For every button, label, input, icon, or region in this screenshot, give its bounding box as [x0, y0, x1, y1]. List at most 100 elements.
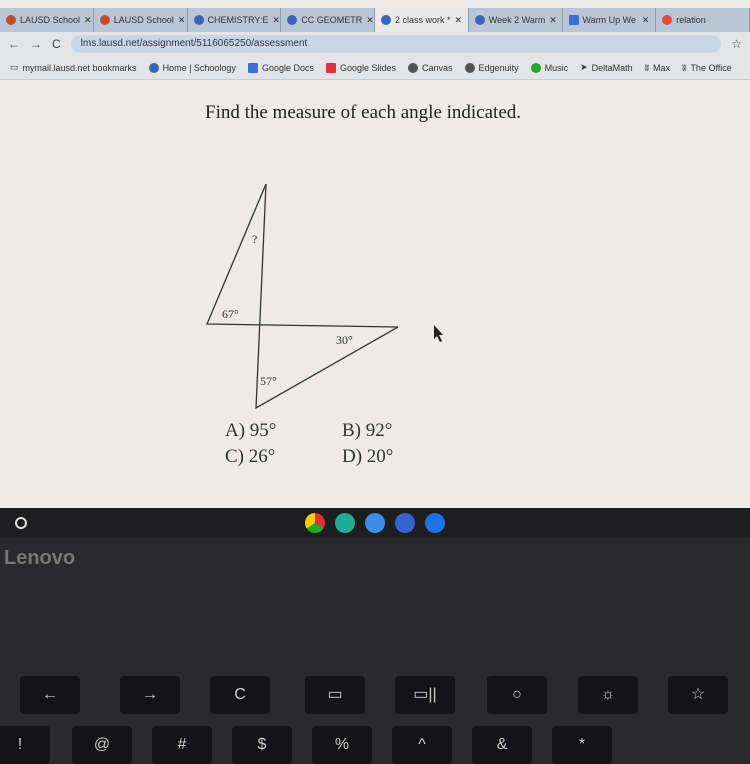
key-2[interactable]: @ [72, 726, 132, 764]
assessment-page: Find the measure of each angle indicated… [0, 80, 750, 508]
tab[interactable]: relation [656, 8, 750, 32]
docs-icon [247, 62, 258, 73]
close-icon[interactable]: ✕ [549, 15, 557, 26]
close-icon[interactable]: ✕ [455, 15, 463, 26]
bookmark-label: The Office [690, 62, 732, 73]
bookmarks-bar: ▭ mymail.lausd.net bookmarks Home | Schoo… [0, 56, 750, 80]
lenovo-logo: Lenovo [4, 547, 76, 569]
tab-label: 2 class work * [395, 15, 451, 25]
lausd-icon [99, 15, 110, 25]
bookmark-label: Google Docs [261, 62, 314, 73]
tab-label: LAUSD School [20, 15, 81, 25]
bookmark-label: Edgenuity [478, 62, 519, 73]
tab[interactable]: CC GEOMETR ✕ [281, 8, 375, 32]
close-icon[interactable]: ✕ [84, 15, 92, 26]
bookmark[interactable]: ʬ Max [645, 63, 670, 73]
key-6[interactable]: ^ [392, 726, 452, 764]
url-text: lms.lausd.net/assignment/5116065250/asse… [80, 38, 308, 49]
slides-icon [325, 62, 336, 73]
screen: LAUSD School ✕ LAUSD School ✕ CHEMISTRY:E ✕… [0, 0, 750, 508]
files-icon[interactable] [395, 513, 415, 533]
bookmark-label: mymail.lausd.net bookmarks [22, 62, 137, 73]
os-shelf [0, 508, 750, 538]
bookmark[interactable]: Google Slides [325, 62, 397, 73]
close-icon[interactable]: ✕ [272, 15, 280, 26]
tab-bar: LAUSD School ✕ LAUSD School ✕ CHEMISTRY:E ✕… [0, 8, 750, 32]
lower-triangle-lines [255, 183, 399, 410]
choice-a[interactable]: A) 95° [225, 420, 276, 442]
tab-label: LAUSD School [113, 15, 174, 25]
play-store-icon[interactable] [365, 513, 385, 533]
tab-label: relation [676, 15, 706, 25]
key-1[interactable]: ! [0, 726, 50, 764]
deltamath-icon: ➤ [580, 62, 588, 72]
bookmark[interactable]: ʬ The Office [682, 63, 732, 73]
key-back[interactable]: ← [20, 676, 80, 714]
key-8[interactable]: * [552, 726, 612, 764]
choice-d[interactable]: D) 20° [342, 446, 393, 468]
bookmark[interactable]: Google Docs [247, 62, 314, 73]
key-forward[interactable]: → [120, 676, 180, 714]
key-7[interactable]: & [472, 726, 532, 764]
address-bar-row: ← → C lms.lausd.net/assignment/511606525… [0, 32, 750, 56]
bookmark-label: Canvas [422, 62, 453, 73]
schoology-icon [474, 15, 485, 25]
key-overview[interactable]: ▭|| [395, 676, 455, 714]
key-brightness-down[interactable]: ○ [487, 676, 547, 714]
max-icon: ʬ [644, 62, 650, 73]
key-4[interactable]: $ [232, 726, 292, 764]
tab-active[interactable]: 2 class work * ✕ [375, 8, 469, 32]
reload-icon[interactable]: C [52, 37, 61, 51]
key-reload[interactable]: C [210, 676, 270, 714]
folder-icon: ▭ [10, 62, 19, 72]
back-icon[interactable]: ← [8, 37, 20, 51]
bookmark[interactable]: Home | Schoology [148, 62, 236, 73]
key-3[interactable]: # [152, 726, 212, 764]
classroom-icon[interactable] [335, 513, 355, 533]
choice-b[interactable]: B) 92° [342, 420, 392, 442]
bookmark-label: Google Slides [339, 62, 397, 73]
key-brightness-up[interactable]: ☼ [578, 676, 638, 714]
key-star[interactable]: ☆ [668, 676, 728, 714]
bookmark-label: Max [653, 62, 671, 73]
office-icon: ʬ [682, 62, 687, 73]
tab[interactable]: LAUSD School ✕ [0, 8, 94, 32]
google-icon [662, 15, 673, 25]
docs-icon [568, 15, 579, 25]
forward-icon[interactable]: → [30, 37, 42, 51]
bookmark[interactable]: ➤ DeltaMath [580, 62, 633, 73]
tab-label: CHEMISTRY:E [207, 15, 269, 25]
close-icon[interactable]: ✕ [178, 15, 186, 26]
bookmark-label: DeltaMath [591, 62, 633, 73]
choice-c[interactable]: C) 26° [225, 446, 275, 468]
schoology-icon [381, 15, 391, 25]
tab[interactable]: CHEMISTRY:E ✕ [188, 8, 282, 32]
camera-icon[interactable] [425, 513, 445, 533]
tab[interactable]: Warm Up We ✕ [563, 8, 657, 32]
triangle-figure [206, 183, 443, 410]
chrome-icon[interactable] [305, 513, 325, 533]
bookmark[interactable]: Canvas [408, 62, 453, 73]
bookmark[interactable]: ▭ mymail.lausd.net bookmarks [10, 62, 137, 73]
key-fullscreen[interactable]: ▭ [305, 676, 365, 714]
upper-triangle-lines [206, 183, 399, 328]
tab[interactable]: LAUSD School ✕ [94, 8, 188, 32]
angle-label-67: 67° [222, 307, 239, 321]
close-icon[interactable]: ✕ [366, 15, 374, 26]
key-5[interactable]: % [312, 726, 372, 764]
close-icon[interactable]: ✕ [642, 15, 650, 26]
tab-label: Week 2 Warm [488, 15, 546, 25]
schoology-icon [148, 62, 159, 73]
launcher-icon[interactable] [15, 517, 27, 529]
schoology-icon [193, 15, 204, 25]
star-icon[interactable]: ☆ [731, 37, 742, 51]
lausd-icon [6, 15, 16, 25]
bookmark[interactable]: Edgenuity [464, 62, 519, 73]
angle-label-30: 30° [336, 333, 353, 347]
url-input[interactable]: lms.lausd.net/assignment/5116065250/asse… [70, 35, 722, 53]
tab[interactable]: Week 2 Warm ✕ [469, 8, 563, 32]
schoology-icon [287, 15, 298, 25]
bookmark[interactable]: Music [530, 62, 569, 73]
globe-icon [464, 62, 475, 73]
bookmark-label: Music [544, 62, 569, 73]
